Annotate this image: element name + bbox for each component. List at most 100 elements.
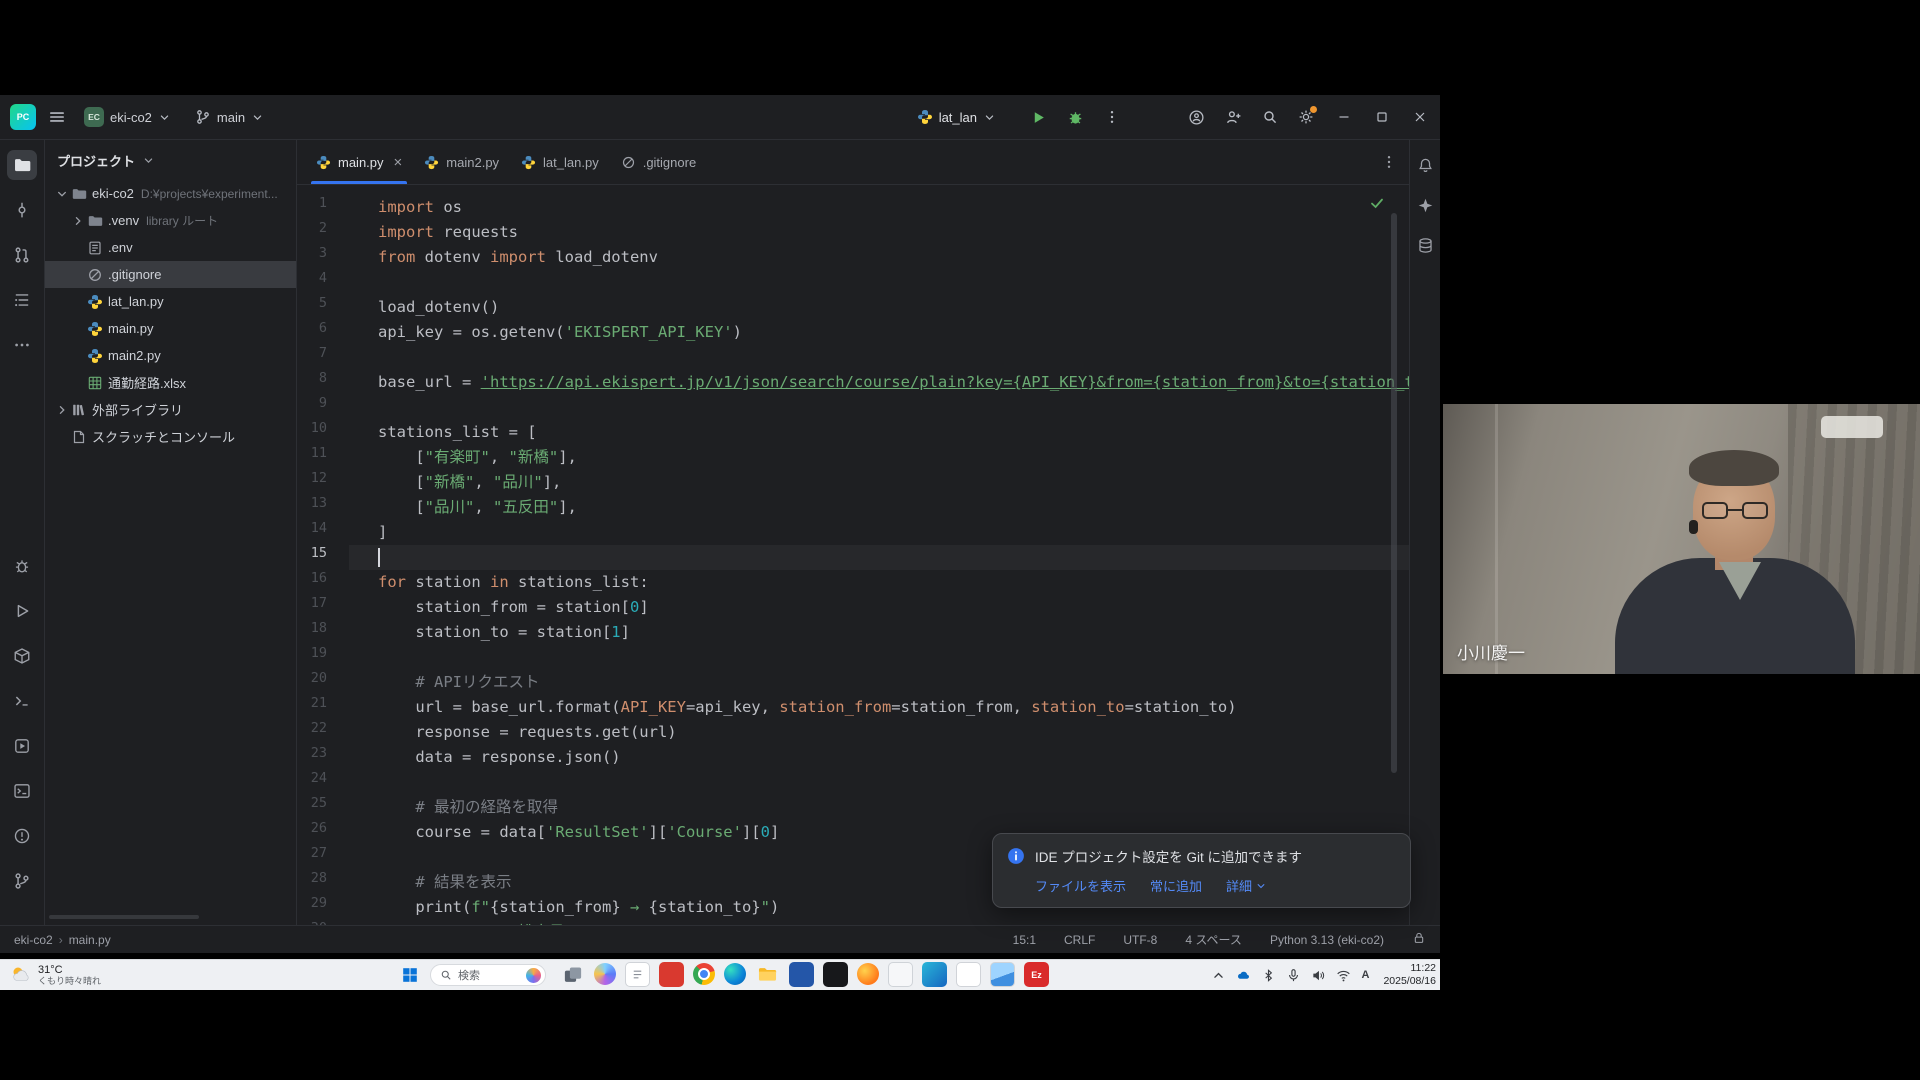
tree-item-main.py[interactable]: main.py <box>45 315 296 342</box>
debug-button[interactable] <box>1067 109 1084 126</box>
notification-action-1[interactable]: ファイルを表示 <box>1035 876 1126 895</box>
branch-selector[interactable]: main <box>189 105 270 129</box>
line-number-17[interactable]: 17 <box>297 595 349 620</box>
tray-ime-icon[interactable]: A <box>1361 969 1369 981</box>
code-line-21[interactable]: url = base_url.format(API_KEY=api_key, s… <box>349 695 1409 720</box>
breadcrumb-eki-co2[interactable]: eki-co2 <box>14 933 53 947</box>
more-actions-button[interactable] <box>1104 109 1120 125</box>
code-line-9[interactable] <box>349 395 1409 420</box>
taskbar-blue-app-icon[interactable] <box>789 962 814 987</box>
line-number-25[interactable]: 25 <box>297 795 349 820</box>
line-number-29[interactable]: 29 <box>297 895 349 920</box>
code-line-16[interactable]: for station in stations_list: <box>349 570 1409 595</box>
tool-services-button[interactable] <box>7 731 37 761</box>
tray-speaker-icon[interactable] <box>1311 968 1326 983</box>
window-minimize-button[interactable] <box>1336 109 1352 125</box>
code-line-18[interactable]: station_to = station[1] <box>349 620 1409 645</box>
taskbar-doc-app-icon[interactable] <box>956 962 981 987</box>
status-15-1[interactable]: 15:1 <box>1013 933 1036 947</box>
status-crlf[interactable]: CRLF <box>1064 933 1095 947</box>
line-number-13[interactable]: 13 <box>297 495 349 520</box>
code-with-me-button[interactable] <box>1188 109 1205 126</box>
window-close-button[interactable] <box>1412 109 1428 125</box>
code-line-24[interactable] <box>349 770 1409 795</box>
tab-lat-lan.py[interactable]: lat_lan.py <box>510 140 610 184</box>
tab-.gitignore[interactable]: .gitignore <box>610 140 707 184</box>
taskbar-clock[interactable]: 11:22 2025/08/16 <box>1383 962 1436 988</box>
tool-pull-requests-button[interactable] <box>7 240 37 270</box>
tree-item-.venv[interactable]: .venvlibrary ルート <box>45 207 296 234</box>
line-number-4[interactable]: 4 <box>297 270 349 295</box>
code-line-13[interactable]: ["品川", "五反田"], <box>349 495 1409 520</box>
line-number-5[interactable]: 5 <box>297 295 349 320</box>
code-line-22[interactable]: response = requests.get(url) <box>349 720 1409 745</box>
main-menu-button[interactable] <box>48 108 66 126</box>
line-number-16[interactable]: 16 <box>297 570 349 595</box>
tray-bluetooth-icon[interactable] <box>1261 968 1276 983</box>
window-maximize-button[interactable] <box>1374 109 1390 125</box>
line-number-22[interactable]: 22 <box>297 720 349 745</box>
code-line-4[interactable] <box>349 270 1409 295</box>
tool-python-packages-button[interactable] <box>7 641 37 671</box>
code-line-5[interactable]: load_dotenv() <box>349 295 1409 320</box>
code-line-19[interactable] <box>349 645 1409 670</box>
taskbar-red-app-icon[interactable] <box>659 962 684 987</box>
tray-network-icon[interactable] <box>1336 968 1351 983</box>
taskbar-chrome-icon[interactable] <box>693 963 715 985</box>
taskbar-dark-app-icon[interactable] <box>823 962 848 987</box>
code-line-11[interactable]: ["有楽町", "新橋"], <box>349 445 1409 470</box>
code-line-6[interactable]: api_key = os.getenv('EKISPERT_API_KEY') <box>349 320 1409 345</box>
weather-widget[interactable]: 31°C くもり時々晴れ <box>0 960 111 990</box>
code-line-17[interactable]: station_from = station[0] <box>349 595 1409 620</box>
line-number-7[interactable]: 7 <box>297 345 349 370</box>
tree-item-.gitignore[interactable]: .gitignore <box>45 261 296 288</box>
breadcrumb-main.py[interactable]: main.py <box>69 933 111 947</box>
tree-item-.env[interactable]: .env <box>45 234 296 261</box>
line-number-14[interactable]: 14 <box>297 520 349 545</box>
code-line-14[interactable]: ] <box>349 520 1409 545</box>
tree-item-item-8[interactable]: 外部ライブラリ <box>45 396 296 423</box>
line-number-15[interactable]: 15 <box>297 545 349 570</box>
tray-onedrive-icon[interactable] <box>1236 968 1251 983</box>
status-python-3.13-eki-co2[interactable]: Python 3.13 (eki-co2) <box>1270 933 1384 947</box>
search-everywhere-button[interactable] <box>1262 109 1278 125</box>
code-line-10[interactable]: stations_list = [ <box>349 420 1409 445</box>
line-number-27[interactable]: 27 <box>297 845 349 870</box>
code-line-1[interactable]: import os <box>349 195 1409 220</box>
code-line-7[interactable] <box>349 345 1409 370</box>
code-line-23[interactable]: data = response.json() <box>349 745 1409 770</box>
notification-action-3[interactable]: 詳細 <box>1226 876 1267 895</box>
tool-problems-button[interactable] <box>7 821 37 851</box>
taskbar-task-view-icon[interactable] <box>560 962 585 987</box>
code-line-8[interactable]: base_url = 'https://api.ekispert.jp/v1/j… <box>349 370 1409 395</box>
tool-python-console-button[interactable] <box>7 686 37 716</box>
tool-structure-button[interactable] <box>7 285 37 315</box>
project-selector[interactable]: EC eki-co2 <box>78 103 177 131</box>
tool-notifications-button[interactable] <box>1412 152 1438 178</box>
taskbar-window-app-icon[interactable] <box>888 962 913 987</box>
line-number-12[interactable]: 12 <box>297 470 349 495</box>
chevron-down-icon[interactable] <box>142 154 155 167</box>
code-line-2[interactable]: import requests <box>349 220 1409 245</box>
tool-debug-button[interactable] <box>7 551 37 581</box>
taskbar-search[interactable]: 検索 <box>430 964 546 986</box>
status-readonly-toggle[interactable] <box>1412 931 1426 948</box>
line-number-30[interactable]: 30 <box>297 920 349 925</box>
line-number-18[interactable]: 18 <box>297 620 349 645</box>
tree-item-.xlsx[interactable]: 通勤経路.xlsx <box>45 369 296 396</box>
status-utf-8[interactable]: UTF-8 <box>1123 933 1157 947</box>
taskbar-white-doc-app-icon[interactable] <box>625 962 650 987</box>
taskbar-edge-icon[interactable] <box>724 963 746 985</box>
line-number-1[interactable]: 1 <box>297 195 349 220</box>
code-line-15[interactable] <box>349 545 1409 570</box>
line-number-26[interactable]: 26 <box>297 820 349 845</box>
code-line-20[interactable]: # APIリクエスト <box>349 670 1409 695</box>
inspections-ok-icon[interactable] <box>1369 195 1385 211</box>
tab-options-button[interactable] <box>1381 154 1397 170</box>
taskbar-file-explorer-icon[interactable] <box>755 962 780 987</box>
code-line-25[interactable]: # 最初の経路を取得 <box>349 795 1409 820</box>
line-number-10[interactable]: 10 <box>297 420 349 445</box>
line-number-2[interactable]: 2 <box>297 220 349 245</box>
line-number-6[interactable]: 6 <box>297 320 349 345</box>
line-number-20[interactable]: 20 <box>297 670 349 695</box>
